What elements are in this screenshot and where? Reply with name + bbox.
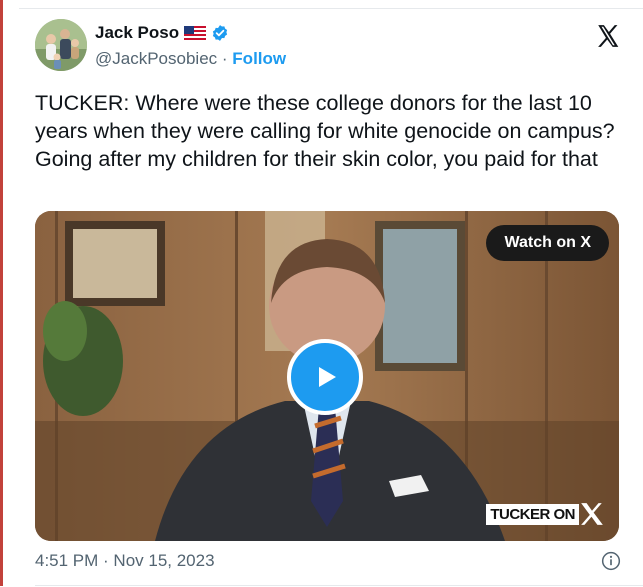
- avatar-photo: [35, 19, 87, 71]
- tweet-timestamp[interactable]: 4:51 PM · Nov 15, 2023: [35, 551, 215, 571]
- x-logo-icon[interactable]: [595, 23, 621, 49]
- verified-badge-icon: [212, 25, 228, 41]
- handle-row: @JackPosobiec · Follow: [95, 49, 286, 69]
- video-media[interactable]: Watch on X TUCKER ON: [35, 211, 619, 541]
- tweet-card: Jack Poso @JackPosobiec · Follow TUCKER:…: [19, 8, 643, 587]
- play-icon: [319, 367, 336, 387]
- tweet-text: TUCKER: Where were these college donors …: [35, 91, 615, 171]
- play-button[interactable]: [287, 339, 363, 415]
- follow-button[interactable]: Follow: [232, 49, 286, 68]
- brand-label: TUCKER ON: [486, 503, 579, 525]
- author-name[interactable]: Jack Poso: [95, 23, 179, 43]
- handle-separator: ·: [221, 49, 228, 68]
- page-left-rule: [0, 0, 3, 586]
- avatar[interactable]: [35, 19, 87, 71]
- author-row: Jack Poso: [95, 23, 229, 43]
- info-icon[interactable]: [601, 551, 621, 571]
- author-handle[interactable]: @JackPosobiec: [95, 49, 217, 68]
- x-brand-icon: [581, 503, 603, 525]
- watch-on-x-button[interactable]: Watch on X: [486, 225, 609, 261]
- tucker-on-x-logo: TUCKER ON: [486, 501, 605, 527]
- us-flag-icon: [184, 26, 207, 40]
